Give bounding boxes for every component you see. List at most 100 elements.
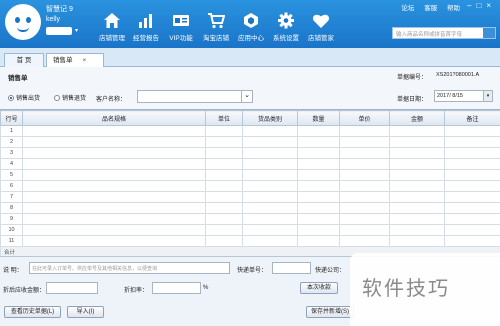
row-number: 3 [0, 147, 23, 159]
chevron-down-icon[interactable]: ⌄ [241, 91, 252, 102]
row-number: 1 [0, 125, 23, 137]
receivable-input[interactable] [46, 282, 98, 294]
customer-select[interactable]: ⌄ [137, 90, 253, 103]
col-header-row-no[interactable]: 行号 [0, 110, 23, 126]
this-receipt-button[interactable]: 本次收款 [300, 282, 338, 294]
save-and-new-button[interactable]: 保存并新增(S) [306, 306, 354, 318]
row-number: 7 [0, 191, 23, 203]
radio-return[interactable]: 销售退货 [54, 93, 86, 102]
discount-input[interactable] [152, 282, 201, 294]
nav-label: 应用中心 [238, 35, 264, 42]
nav-store-steward[interactable]: 店铺管家 [304, 12, 338, 42]
col-header-unit[interactable]: 单位 [205, 110, 243, 126]
radio-icon [54, 95, 60, 102]
nav-vip[interactable]: VIP功能 [164, 12, 198, 42]
table-row[interactable]: 5 [0, 169, 500, 181]
cart-icon [208, 13, 225, 29]
express-no-label: 快递单号： [237, 268, 268, 274]
radio-sale[interactable]: 销售出货 [8, 93, 40, 102]
row-number: 4 [0, 158, 23, 170]
user-name: kelly [46, 16, 61, 23]
form-title: 销售单 [8, 75, 28, 82]
row-number: 8 [0, 202, 23, 214]
search-placeholder: 输入商品名称或拼音首字母 [396, 32, 463, 38]
watermark: 软件技巧 [350, 253, 500, 326]
vip-icon [173, 15, 189, 26]
radio-selected-icon [8, 95, 14, 102]
home-icon [104, 13, 120, 28]
history-documents-button[interactable]: 查看历史单据(L) [4, 306, 61, 318]
nav-label: 店铺管理 [99, 35, 125, 42]
date-picker[interactable]: 2017/ 8/15 ▾ [434, 90, 493, 102]
radio-label: 销售出货 [16, 96, 41, 102]
nav-app-center[interactable]: 应用中心 [234, 12, 268, 42]
close-icon[interactable]: × [486, 1, 496, 10]
table-row[interactable]: 2 [0, 136, 500, 148]
row-number: 9 [0, 213, 23, 225]
tab-label: 销售单 [53, 57, 73, 64]
note-placeholder: 在此可录入订单号、供应单号及其他相关信息，以便查询 [32, 266, 158, 272]
nav-label: 经营报告 [133, 35, 159, 42]
col-header-quantity[interactable]: 数量 [297, 110, 340, 126]
import-button[interactable]: 导入(I) [67, 306, 104, 318]
doc-no-value: XS201?080001.A [436, 72, 480, 78]
col-header-price[interactable]: 单价 [339, 110, 390, 126]
express-company-label: 快递公司： [315, 268, 346, 274]
nav-label: 店铺管家 [308, 35, 334, 42]
forum-link[interactable]: 论坛 [401, 5, 414, 12]
nav-label: 淘宝店铺 [203, 35, 229, 42]
top-links: 论坛 客服 帮助 [393, 2, 460, 12]
tab-sales-order[interactable]: 销售单 × [46, 53, 104, 67]
calendar-dropdown-icon[interactable]: ▾ [483, 91, 492, 101]
radio-label: 销售退货 [62, 96, 87, 102]
top-bar: 智慧记 9 kelly ▾ 店铺管理 经营报告 VIP功能 淘宝店铺 应用中心 … [0, 0, 500, 48]
help-link[interactable]: 帮助 [447, 5, 460, 12]
nav-store-management[interactable]: 店铺管理 [95, 12, 129, 42]
table-row[interactable]: 1 [0, 125, 500, 137]
nav-label: 系统设置 [273, 35, 299, 42]
row-number: 6 [0, 180, 23, 192]
col-header-category[interactable]: 货品类别 [242, 110, 298, 126]
express-no-input[interactable] [272, 262, 311, 274]
nav-label: VIP功能 [169, 35, 193, 42]
app-name: 智慧记 9 [46, 6, 73, 13]
gear-icon [278, 12, 294, 29]
close-tab-icon[interactable]: × [83, 57, 87, 64]
search-icon[interactable] [483, 28, 495, 38]
col-header-amount[interactable]: 金额 [389, 110, 445, 126]
discount-label: 折扣率： [124, 288, 149, 294]
table-row[interactable]: 4 [0, 158, 500, 170]
service-link[interactable]: 客服 [424, 5, 437, 12]
chevron-down-icon[interactable]: ▾ [75, 28, 78, 34]
table-row[interactable]: 8 [0, 202, 500, 214]
date-value: 2017/ 8/15 [437, 93, 463, 99]
window-controls: –□× [467, 1, 496, 10]
tab-home[interactable]: 首 页 [4, 53, 44, 67]
app-logo [5, 4, 41, 40]
table-row[interactable]: 11 [0, 235, 500, 247]
bar-chart-icon [139, 14, 152, 28]
table-header: 行号 品名规格 单位 货品类别 数量 单价 金额 备注 [0, 110, 500, 126]
search-input[interactable]: 输入商品名称或拼音首字母 [392, 27, 496, 39]
percent-sign: % [203, 285, 209, 291]
note-label: 说 明： [3, 268, 23, 274]
table-row[interactable]: 9 [0, 213, 500, 225]
row-number: 10 [0, 224, 23, 236]
nav-business-report[interactable]: 经营报告 [129, 12, 163, 42]
table-row[interactable]: 6 [0, 180, 500, 192]
table-row[interactable]: 3 [0, 147, 500, 159]
row-number: 2 [0, 136, 23, 148]
table-row[interactable]: 10 [0, 224, 500, 236]
app-hexagon-icon [244, 13, 258, 28]
items-table: 行号 品名规格 单位 货品类别 数量 单价 金额 备注 1 2 3 4 5 6 … [0, 109, 500, 258]
account-dropdown[interactable] [46, 27, 72, 35]
note-input[interactable]: 在此可录入订单号、供应单号及其他相关信息，以便查询 [29, 262, 230, 274]
nav-system-settings[interactable]: 系统设置 [269, 12, 303, 42]
row-number: 5 [0, 169, 23, 181]
table-row[interactable]: 7 [0, 191, 500, 203]
col-header-name[interactable]: 品名规格 [22, 110, 206, 126]
nav-taobao-store[interactable]: 淘宝店铺 [199, 12, 233, 42]
maximize-icon[interactable]: □ [476, 1, 486, 10]
tab-bar: 首 页 销售单 × [0, 48, 500, 67]
col-header-remark[interactable]: 备注 [444, 110, 500, 126]
